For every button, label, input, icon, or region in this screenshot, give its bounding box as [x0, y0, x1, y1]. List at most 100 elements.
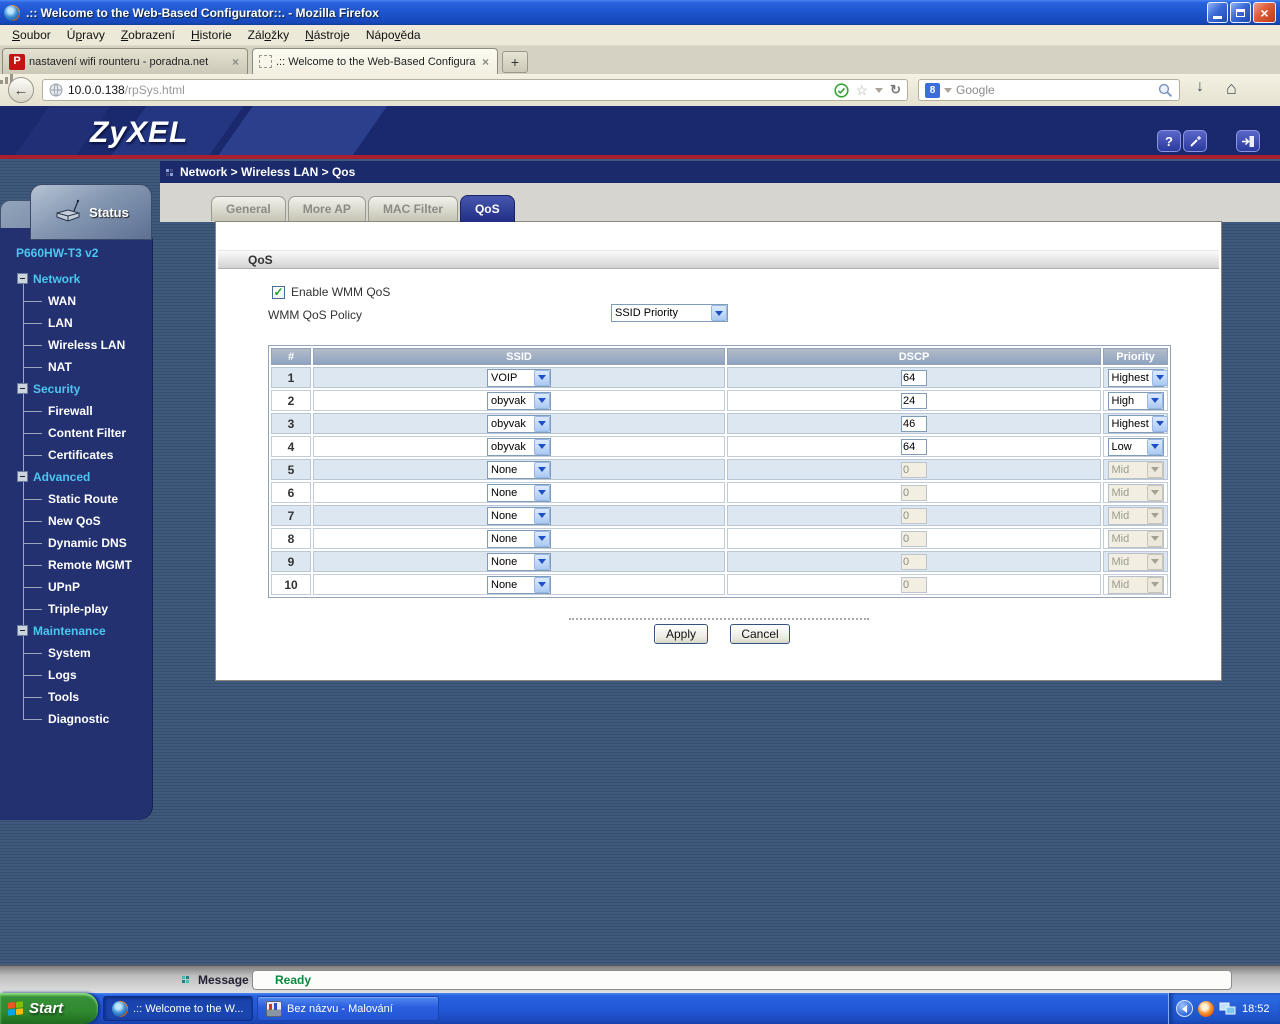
taskbar-task[interactable]: Bez názvu - Malování — [257, 996, 439, 1021]
bookmark-star-icon[interactable]: ☆ — [856, 82, 869, 99]
logout-button[interactable] — [1236, 130, 1260, 152]
ssid-select[interactable]: VOIP — [487, 368, 551, 387]
sidebar-section-maintenance[interactable]: Maintenance — [0, 620, 152, 642]
restore-button[interactable] — [1230, 2, 1251, 23]
search-icon[interactable] — [1158, 83, 1173, 98]
help-button[interactable]: ? — [1157, 130, 1181, 152]
section-title: QoS — [248, 252, 273, 267]
sidebar-section-security[interactable]: Security — [0, 378, 152, 400]
collapse-icon[interactable] — [17, 273, 28, 284]
priority-select[interactable]: High — [1107, 391, 1164, 410]
apply-button[interactable]: Apply — [654, 624, 708, 644]
menu-item-pravy[interactable]: Úpravy — [59, 26, 113, 44]
sidebar-item-firewall[interactable]: Firewall — [0, 400, 152, 422]
sidebar-item-triple-play[interactable]: Triple-play — [0, 598, 152, 620]
search-engine-dropdown-icon[interactable] — [944, 87, 952, 93]
close-button[interactable]: × — [1253, 2, 1276, 23]
sidebar-item-wan[interactable]: WAN — [0, 290, 152, 312]
ssid-select[interactable]: None — [487, 575, 551, 594]
collapse-icon[interactable] — [17, 625, 28, 636]
tab-mac-filter[interactable]: MAC Filter — [367, 196, 458, 221]
ssid-select[interactable]: None — [487, 506, 551, 525]
ssid-select[interactable]: obyvak — [487, 437, 551, 456]
menu-item-soubor[interactable]: Soubor — [4, 26, 59, 44]
home-icon[interactable]: ⌂ — [1226, 78, 1237, 99]
sidebar-item-wireless-lan[interactable]: Wireless LAN — [0, 334, 152, 356]
sidebar-section-network[interactable]: Network — [0, 268, 152, 290]
sidebar-item-content-filter[interactable]: Content Filter — [0, 422, 152, 444]
browser-tab[interactable]: Pnastavení wifi rounteru - poradna.net × — [2, 48, 248, 74]
ssid-select[interactable]: None — [487, 483, 551, 502]
cancel-button[interactable]: Cancel — [730, 624, 790, 644]
tab-general[interactable]: General — [211, 196, 286, 221]
new-tab-button[interactable]: + — [502, 51, 528, 73]
sidebar-item-upnp[interactable]: UPnP — [0, 576, 152, 598]
priority-select[interactable]: Highest — [1107, 368, 1168, 387]
wizard-button[interactable] — [1183, 130, 1207, 152]
ssid-select[interactable]: obyvak — [487, 391, 551, 410]
sidebar-item-lan[interactable]: LAN — [0, 312, 152, 334]
dscp-input[interactable] — [901, 438, 927, 455]
dscp-input[interactable] — [901, 369, 927, 386]
dscp-input[interactable] — [901, 415, 927, 432]
enable-wmm-checkbox[interactable]: ✓ — [272, 285, 285, 299]
taskbar-task[interactable]: .:: Welcome to the W... — [103, 996, 253, 1021]
menu-item-historie[interactable]: Historie — [183, 26, 240, 44]
ssid-select[interactable]: None — [487, 529, 551, 548]
dscp-input[interactable] — [901, 392, 927, 409]
sidebar-item-remote-mgmt[interactable]: Remote MGMT — [0, 554, 152, 576]
qos-table: #SSIDDSCPPriority 1 VOIP Highest 2 obyvak Hig… — [268, 345, 1171, 598]
globe-icon — [49, 83, 63, 97]
minimize-button[interactable] — [1207, 2, 1228, 23]
ssid-select[interactable]: None — [487, 552, 551, 571]
sidebar-item-new-qos[interactable]: New QoS — [0, 510, 152, 532]
chevron-down-icon — [534, 553, 550, 570]
priority-select[interactable]: Highest — [1107, 414, 1168, 433]
wmm-policy-select[interactable]: SSID Priority — [611, 304, 728, 322]
sidebar-item-diagnostic[interactable]: Diagnostic — [0, 708, 152, 730]
tab-more-ap[interactable]: More AP — [287, 196, 366, 221]
notification-app-icon[interactable] — [1198, 1000, 1214, 1017]
sidebar-item-label: Wireless LAN — [48, 338, 126, 352]
close-tab-icon[interactable]: × — [230, 55, 241, 69]
collapse-tray-icon[interactable] — [1176, 1000, 1193, 1017]
clock: 18:52 — [1242, 1002, 1270, 1015]
dropdown-arrow-icon[interactable] — [875, 87, 884, 93]
zyxel-logo: ZyXEL — [90, 116, 189, 149]
tab-qos[interactable]: QoS — [459, 195, 515, 222]
sidebar-item-logs[interactable]: Logs — [0, 664, 152, 686]
ssid-select[interactable]: obyvak — [487, 414, 551, 433]
start-button[interactable]: Start — [0, 993, 98, 1024]
navigation-toolbar: ← 10.0.0.138/rpSys.html ☆ ↻ 8 Google ↓ ⌂ — [0, 74, 1280, 106]
sidebar-item-dynamic-dns[interactable]: Dynamic DNS — [0, 532, 152, 554]
close-tab-icon[interactable]: × — [480, 55, 491, 69]
menu-item-n-stroje[interactable]: Nástroje — [297, 26, 358, 44]
status-button[interactable]: Status — [30, 184, 152, 240]
dscp-input — [901, 507, 927, 524]
collapse-icon[interactable] — [17, 383, 28, 394]
network-icon[interactable] — [1219, 1001, 1236, 1016]
download-icon[interactable]: ↓ — [1196, 78, 1204, 96]
sidebar-item-certificates[interactable]: Certificates — [0, 444, 152, 466]
collapse-icon[interactable] — [17, 471, 28, 482]
window-controls: × — [1205, 2, 1276, 23]
sidebar-section-advanced[interactable]: Advanced — [0, 466, 152, 488]
ssid-select[interactable]: None — [487, 460, 551, 479]
menu-item-n-pov-da[interactable]: Nápověda — [358, 26, 429, 44]
priority-select[interactable]: Low — [1107, 437, 1164, 456]
reload-icon[interactable]: ↻ — [890, 82, 901, 98]
chevron-down-icon — [1146, 576, 1163, 593]
menu-item-zobrazen[interactable]: Zobrazení — [113, 26, 183, 44]
verified-icon[interactable] — [833, 82, 849, 98]
row-index: 2 — [271, 390, 311, 411]
url-bar[interactable]: 10.0.0.138/rpSys.html ☆ ↻ — [42, 79, 908, 101]
browser-tab[interactable]: .:: Welcome to the Web-Based Configura..… — [252, 48, 498, 74]
back-button[interactable]: ← — [8, 77, 34, 103]
search-bar[interactable]: 8 Google — [918, 79, 1180, 101]
taskbar-tasks: .:: Welcome to the W... Bez názvu - Malov… — [103, 993, 439, 1024]
sidebar-item-system[interactable]: System — [0, 642, 152, 664]
sidebar-item-nat[interactable]: NAT — [0, 356, 152, 378]
sidebar-item-tools[interactable]: Tools — [0, 686, 152, 708]
sidebar-item-static-route[interactable]: Static Route — [0, 488, 152, 510]
menu-item-z-lo-ky[interactable]: Záložky — [240, 26, 297, 44]
